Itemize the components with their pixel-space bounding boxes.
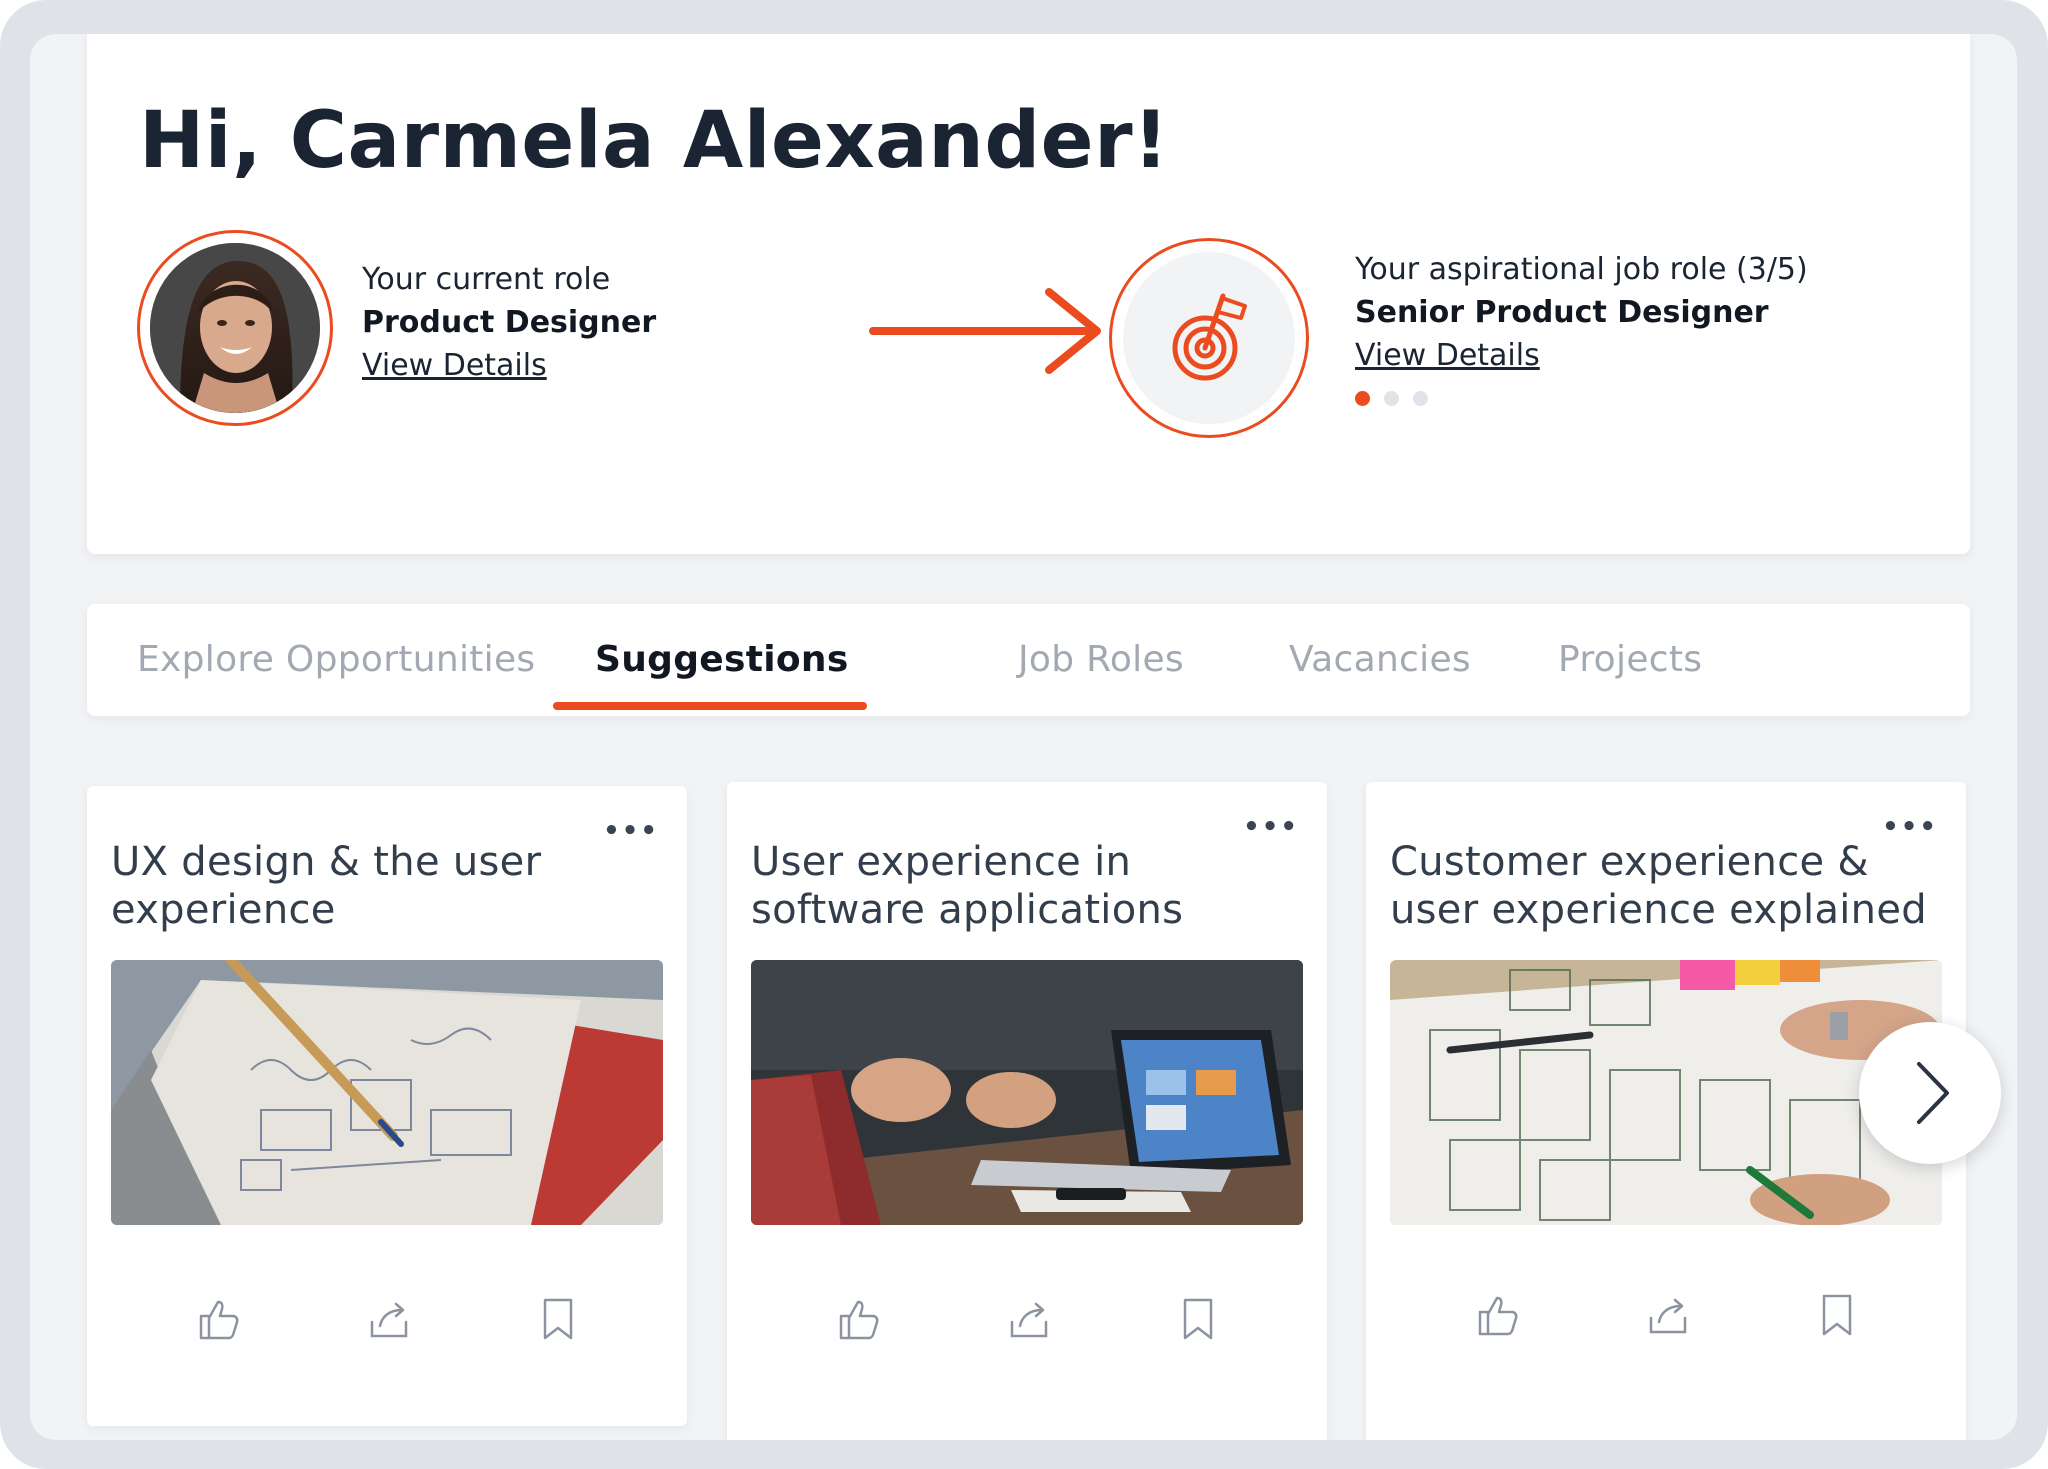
profile-card: Hi, Carmela Alexander! Your current role… [87,34,1970,554]
avatar [150,243,320,413]
card-title: UX design & the user experience [111,839,542,933]
chevron-right-icon [1917,1062,1949,1124]
current-role-view-details-link[interactable]: View Details [362,348,547,383]
notebook-sketch-photo [111,960,663,1225]
card-actions [727,1296,1327,1344]
tab-vacancies[interactable]: Vacancies [1289,604,1471,716]
thumbs-up-icon[interactable] [837,1296,883,1342]
device-frame: Hi, Carmela Alexander! Your current role… [0,0,2048,1469]
aspirational-role-view-details-link[interactable]: View Details [1355,338,1540,373]
carousel-dot[interactable] [1355,391,1370,406]
aspirational-role-title: Senior Product Designer [1355,295,1769,330]
current-role-title: Product Designer [362,305,657,340]
aspirational-role-badge [1109,238,1309,438]
thumbs-up-icon[interactable] [1476,1292,1522,1338]
bookmark-icon[interactable] [1175,1296,1221,1342]
avatar-ring [137,230,333,426]
current-role-block: Your current role Product Designer View … [362,262,656,383]
tab-explore-opportunities[interactable]: Explore Opportunities [137,604,535,716]
suggestion-card[interactable]: ••• User experience in software applicat… [727,782,1327,1440]
arrow-right-icon [869,286,1109,380]
bookmark-icon[interactable] [1814,1292,1860,1338]
tab-suggestions[interactable]: Suggestions [595,604,849,716]
tab-job-roles[interactable]: Job Roles [1018,604,1184,716]
aspirational-role-block: Your aspirational job role (3/5) Senior … [1355,252,1808,406]
avatar-portrait [150,243,320,413]
carousel-dots [1355,391,1808,406]
carousel-dot[interactable] [1413,391,1428,406]
suggestion-card[interactable]: ••• UX design & the user experience [87,786,687,1426]
aspirational-role-label: Your aspirational job role (3/5) [1355,252,1808,287]
card-actions [87,1296,687,1344]
target-flag-icon [1172,293,1247,381]
app-screen: Hi, Carmela Alexander! Your current role… [30,34,2017,1440]
card-actions [1366,1292,1966,1340]
tab-bar: Explore Opportunities Suggestions Job Ro… [87,604,1970,716]
page-title: Hi, Carmela Alexander! [139,96,1170,186]
share-icon[interactable] [1645,1292,1691,1338]
tab-projects[interactable]: Projects [1558,604,1702,716]
card-title: Customer experience & user experience ex… [1390,839,1927,933]
thumbs-up-icon[interactable] [197,1296,243,1342]
share-icon[interactable] [1006,1296,1052,1342]
current-role-label: Your current role [362,262,611,297]
card-title: User experience in software applications [751,839,1184,933]
laptop-meeting-photo [751,960,1303,1225]
active-tab-indicator [553,702,867,710]
carousel-dot[interactable] [1384,391,1399,406]
bookmark-icon[interactable] [535,1296,581,1342]
share-icon[interactable] [366,1296,412,1342]
carousel-next-button[interactable] [1859,1022,2001,1164]
